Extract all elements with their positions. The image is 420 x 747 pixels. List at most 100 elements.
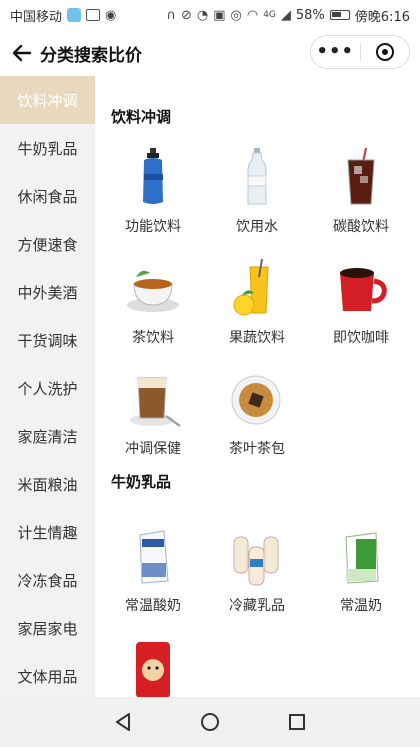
status-left: 中国移动 ◉ [10,6,116,25]
triangle-back-icon [116,713,131,731]
subcategory-tea-drinks[interactable]: 茶饮料 [101,239,205,350]
subcategory-label: 即饮咖啡 [333,330,389,346]
subcategory-label: 常温奶 [340,598,382,614]
system-nav-bar [0,697,420,747]
category-content: 饮料冲调 功能饮料 饮用水 碳酸饮料 茶饮料 果蔬饮料 即饮咖啡 冲调保健 茶叶… [95,76,420,697]
sidebar-item-label: 个人洗护 [17,379,78,398]
more-dots-icon: ••• [316,41,354,62]
more-button[interactable]: ••• [311,36,360,68]
section-title: 牛奶乳品 [111,473,172,491]
subcategory-ready-coffee[interactable]: 即饮咖啡 [309,239,413,350]
sidebar-item-label: 米面粮油 [17,475,78,494]
sidebar-item-home-appliances[interactable]: 家居家电 [0,604,95,652]
target-icon [375,43,394,61]
subcategory-brew-health[interactable]: 冲调保健 [101,350,205,461]
sidebar-item-label: 休闲食品 [17,187,78,206]
page-title: 分类搜索比价 [40,45,142,66]
sidebar-item-stationery[interactable]: 文体用品 [0,652,95,697]
nav-home-button[interactable] [190,702,230,742]
subcategory-label: 冲调保健 [125,441,181,457]
battery-percent: 58% [295,7,325,23]
back-button[interactable] [4,35,40,71]
headphone-icon: ∩ [166,7,176,23]
sidebar-item-liquor[interactable]: 中外美酒 [0,268,95,316]
cola-glass-icon [330,146,392,208]
mini-program-capsule: ••• [310,35,410,69]
subcategory-label: 冷藏乳品 [229,598,285,614]
clock: 傍晚6:16 [354,9,410,25]
mute-icon: ⊘ [180,7,192,23]
eye-icon: ◎ [230,7,242,23]
nav-recents-button[interactable] [277,702,317,742]
carrier-text: 中国移动 [10,9,63,25]
subcategory-grid: 常温酸奶 冷藏乳品 常温奶 [95,507,420,697]
milk-carton-icon [330,525,392,587]
sidebar-item-dry-goods[interactable]: 干货调味 [0,316,95,364]
signal-icon: ◢ [280,7,291,23]
wifi-icon: ◠ [246,7,259,23]
sidebar-item-drinks[interactable]: 饮料冲调 [0,76,95,124]
subcategory-chilled-dairy[interactable]: 冷藏乳品 [205,507,309,618]
sidebar-item-snacks[interactable]: 休闲食品 [0,172,95,220]
yogurt-carton-icon [122,525,184,587]
sidebar-item-label: 计生情趣 [17,523,78,542]
sidebar-item-adult[interactable]: 计生情趣 [0,508,95,556]
sidebar-item-label: 冷冻食品 [17,571,78,590]
network-type: 4G [263,10,276,20]
arrow-left-icon [12,44,32,62]
sidebar-item-frozen-food[interactable]: 冷冻食品 [0,556,95,604]
subcategory-carbonated-drinks[interactable]: 碳酸饮料 [309,128,413,239]
subcategory-functional-drinks[interactable]: 功能饮料 [101,128,205,239]
tea-bag-cup-icon [226,368,288,430]
subcategory-tea-leaves-bags[interactable]: 茶叶茶包 [205,350,309,461]
alarm-icon: ◔ [196,7,209,23]
sidebar-item-label: 家居家电 [17,619,78,638]
subcategory-ambient-milk[interactable]: 常温奶 [309,507,413,618]
circle-home-icon [200,713,219,731]
latte-glass-icon [122,368,184,430]
tea-cup-icon [122,257,184,319]
coffee-mug-icon [330,257,392,319]
status-bar: 中国移动 ◉ ∩ ⊘ ◔ ▣ ◎ ◠ 4G ◢ 58% 傍晚6:16 [0,0,420,30]
subcategory-ambient-yogurt[interactable]: 常温酸奶 [101,507,205,618]
subcategory-grid: 功能饮料 饮用水 碳酸饮料 茶饮料 果蔬饮料 即饮咖啡 冲调保健 茶叶茶包 [95,128,420,461]
sidebar-item-label: 饮料冲调 [17,91,78,110]
activity-icon [86,9,101,21]
app-notification-icon [67,8,82,22]
sidebar-item-instant-food[interactable]: 方便速食 [0,220,95,268]
subcategory-drinking-water[interactable]: 饮用水 [205,128,309,239]
close-mini-program-button[interactable] [361,36,410,68]
sidebar-item-label: 家庭清洁 [17,427,78,446]
sports-bottle-icon [122,146,184,208]
subcategory-label: 茶叶茶包 [229,441,285,457]
milk-can-icon [122,636,184,697]
status-right: ∩ ⊘ ◔ ▣ ◎ ◠ 4G ◢ 58% 傍晚6:16 [166,6,410,25]
nav-back-button[interactable] [103,702,143,742]
header: 分类搜索比价 ••• [0,30,420,76]
section-title: 饮料冲调 [111,108,172,126]
subcategory-fruit-veg-drinks[interactable]: 果蔬饮料 [205,239,309,350]
sidebar-item-dairy[interactable]: 牛奶乳品 [0,124,95,172]
hd-icon: ▣ [213,7,226,23]
juice-glass-icon [226,257,288,319]
subcategory-label: 常温酸奶 [125,598,181,614]
subcategory-label: 功能饮料 [125,219,181,235]
wechat-icon: ◉ [105,7,117,23]
category-sidebar: 饮料冲调 牛奶乳品 休闲食品 方便速食 中外美酒 干货调味 个人洗护 家庭清洁 … [0,76,95,697]
sidebar-item-label: 中外美酒 [17,283,78,302]
subcategory-milk-can[interactable] [101,618,205,697]
battery-icon [329,10,350,20]
sidebar-item-grain-oil[interactable]: 米面粮油 [0,460,95,508]
water-bottle-icon [226,146,288,208]
square-recents-icon [288,714,305,730]
subcategory-label: 果蔬饮料 [229,330,285,346]
subcategory-label: 碳酸饮料 [333,219,389,235]
sidebar-item-personal-care[interactable]: 个人洗护 [0,364,95,412]
sidebar-item-label: 牛奶乳品 [17,139,78,158]
subcategory-label: 饮用水 [236,219,278,235]
sidebar-item-household-cleaning[interactable]: 家庭清洁 [0,412,95,460]
sidebar-item-label: 文体用品 [17,667,78,686]
sidebar-item-label: 方便速食 [17,235,78,254]
yakult-bottles-icon [226,525,288,587]
sidebar-item-label: 干货调味 [17,331,78,350]
